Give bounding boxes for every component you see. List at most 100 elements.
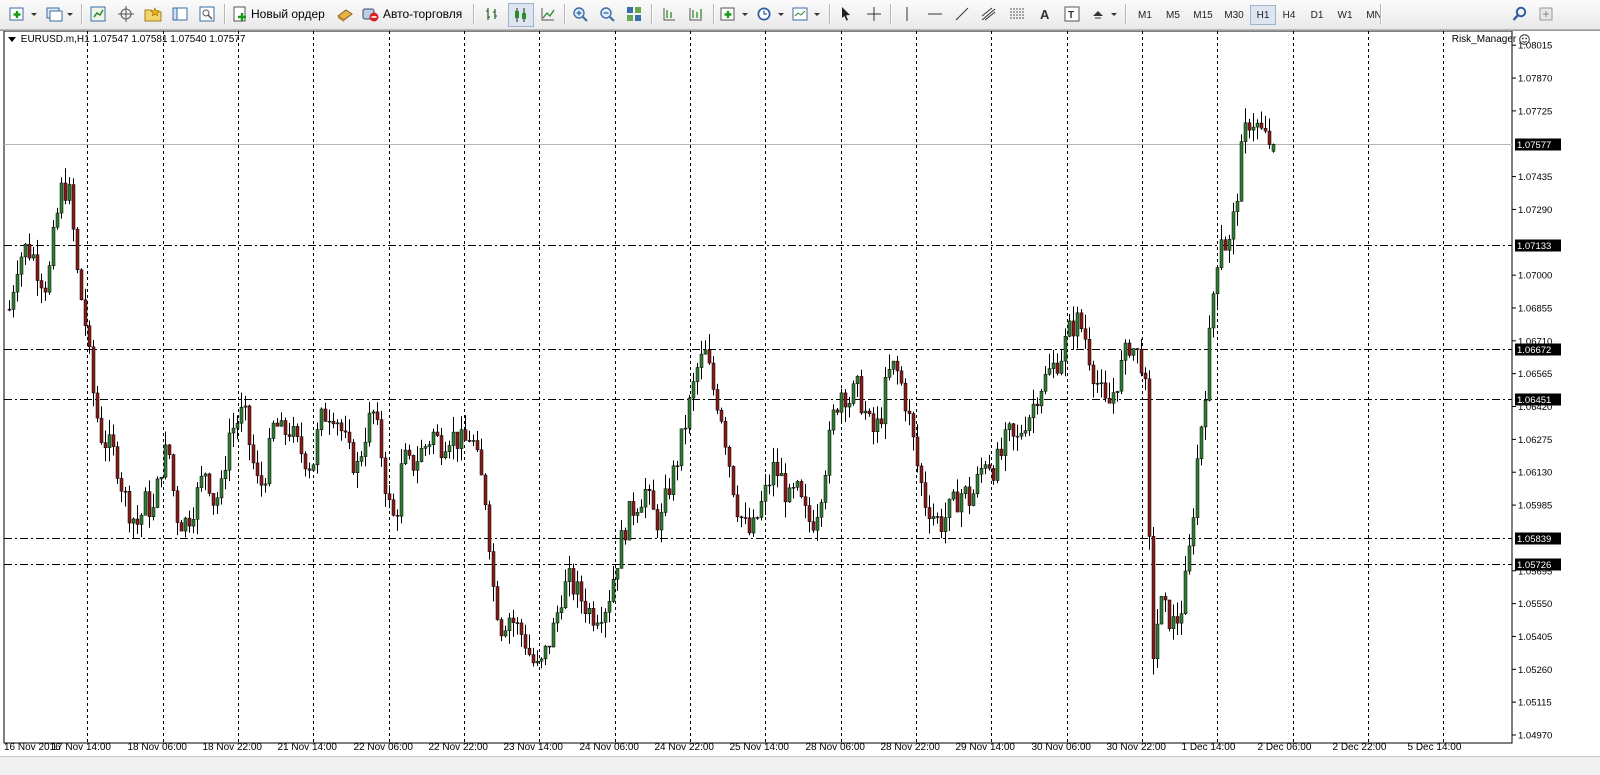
periods-button[interactable] xyxy=(755,3,787,25)
chart-shift-button[interactable] xyxy=(686,3,706,25)
candle-body xyxy=(227,432,232,471)
y-axis-label: 1.05405 xyxy=(1518,632,1552,643)
arrows-button[interactable] xyxy=(1090,3,1120,25)
timeframe-h4[interactable]: H4 xyxy=(1276,6,1302,24)
community-button[interactable] xyxy=(1536,3,1556,25)
candle-body xyxy=(311,464,316,471)
candle-body xyxy=(335,422,340,425)
candle-body xyxy=(743,517,748,519)
candle-body xyxy=(1235,201,1240,212)
candle-body xyxy=(11,291,16,310)
candle-body xyxy=(479,449,484,476)
candle-body xyxy=(843,392,848,408)
candle-body xyxy=(543,645,548,660)
candle-body xyxy=(911,413,916,438)
candle-body xyxy=(591,608,596,626)
candle-body xyxy=(467,440,472,442)
timeframe-mn[interactable]: MN xyxy=(1360,6,1388,24)
candle-body xyxy=(651,490,656,510)
timeframe-w1[interactable]: W1 xyxy=(1332,6,1358,24)
candle-body xyxy=(1011,423,1016,437)
candle-body xyxy=(963,486,968,494)
candle-body xyxy=(231,427,236,434)
candle-body xyxy=(959,493,964,513)
chart-window[interactable]: 1.07577 1.07133 1.06672 1.06451 1.05839 1.057… xyxy=(0,30,1600,757)
metaeditor-button[interactable] xyxy=(335,3,355,25)
candle-body xyxy=(1243,122,1248,142)
trendline-button[interactable] xyxy=(952,3,972,25)
candle-body xyxy=(99,417,104,443)
price-level-value: 1.05839 xyxy=(1517,534,1551,545)
indicator-name: Risk_Manager xyxy=(1451,34,1517,46)
autotrading-button[interactable]: Авто-торговля xyxy=(362,3,466,25)
candle-body xyxy=(1063,335,1068,362)
candle-body xyxy=(1023,430,1028,434)
candle-body xyxy=(767,484,772,487)
indicator-robot-icon xyxy=(1519,34,1530,45)
cursor-button[interactable] xyxy=(836,3,856,25)
candle-body xyxy=(43,287,48,293)
new-chart-button[interactable] xyxy=(8,3,40,25)
timeframe-h1[interactable]: H1 xyxy=(1250,5,1276,25)
candle-body xyxy=(323,408,328,422)
timeframe-m15[interactable]: M15 xyxy=(1188,6,1218,24)
candle-body xyxy=(847,403,852,408)
candle-body xyxy=(851,383,856,404)
vertical-line-button[interactable] xyxy=(897,3,917,25)
chart-menu-triangle-icon xyxy=(8,37,16,43)
price-level-value: 1.07577 xyxy=(1517,140,1551,151)
equidistant-channel-button[interactable] xyxy=(979,3,999,25)
bar-chart-button[interactable] xyxy=(481,3,503,25)
candle-body xyxy=(955,491,960,513)
zoom-out-button[interactable] xyxy=(597,3,617,25)
crosshair-button[interactable] xyxy=(864,3,884,25)
auto-scroll-button[interactable] xyxy=(659,3,679,25)
candle-body xyxy=(15,274,20,293)
candle-body xyxy=(939,516,944,532)
candle-body xyxy=(1231,211,1236,240)
profiles-button[interactable] xyxy=(44,3,76,25)
search-button[interactable] xyxy=(1510,3,1530,25)
x-axis-label: 28 Nov 22:00 xyxy=(881,742,941,753)
candle-body xyxy=(295,426,300,437)
candlestick-chart[interactable]: 1.075771.071331.066721.064511.058391.057… xyxy=(0,31,1600,757)
text-button[interactable]: A xyxy=(1035,3,1055,25)
candle-body xyxy=(1039,391,1044,407)
add-indicator-icon xyxy=(720,7,748,21)
candle-body xyxy=(779,473,784,477)
candle-body xyxy=(1267,130,1272,145)
navigator-button[interactable] xyxy=(143,3,163,25)
candle-body xyxy=(615,568,620,580)
strategy-tester-button[interactable] xyxy=(197,3,217,25)
templates-button[interactable] xyxy=(791,3,823,25)
candle-body xyxy=(627,501,632,541)
candle-body xyxy=(1251,126,1256,131)
tile-windows-button[interactable] xyxy=(624,3,644,25)
timeframe-m30[interactable]: M30 xyxy=(1220,6,1248,24)
market-watch-button[interactable] xyxy=(88,3,108,25)
terminal-button[interactable] xyxy=(170,3,190,25)
candle-body xyxy=(1259,122,1264,129)
candle-body xyxy=(207,473,212,494)
indicators-button[interactable] xyxy=(719,3,751,25)
fibonacci-button[interactable] xyxy=(1007,3,1027,25)
candle-body xyxy=(1015,435,1020,438)
zoom-in-button[interactable] xyxy=(570,3,590,25)
candle-body xyxy=(283,420,288,435)
candle-body xyxy=(1095,383,1100,385)
candlestick-chart-button[interactable] xyxy=(508,3,534,27)
line-chart-button[interactable] xyxy=(537,3,559,25)
candle-body xyxy=(683,427,688,430)
new-order-button[interactable]: Новый ордер xyxy=(232,3,328,25)
timeframe-m1[interactable]: M1 xyxy=(1132,6,1158,24)
x-axis-label: 22 Nov 22:00 xyxy=(429,742,489,753)
timeframe-m5[interactable]: M5 xyxy=(1160,6,1186,24)
horizontal-line-button[interactable] xyxy=(925,3,945,25)
candle-body xyxy=(379,419,384,459)
text-label-button[interactable]: T xyxy=(1062,3,1082,25)
candle-body xyxy=(1027,417,1032,431)
text-label-icon: T xyxy=(1064,6,1080,22)
timeframe-d1[interactable]: D1 xyxy=(1304,6,1330,24)
data-window-button[interactable] xyxy=(116,3,136,25)
candle-body xyxy=(1091,364,1096,385)
